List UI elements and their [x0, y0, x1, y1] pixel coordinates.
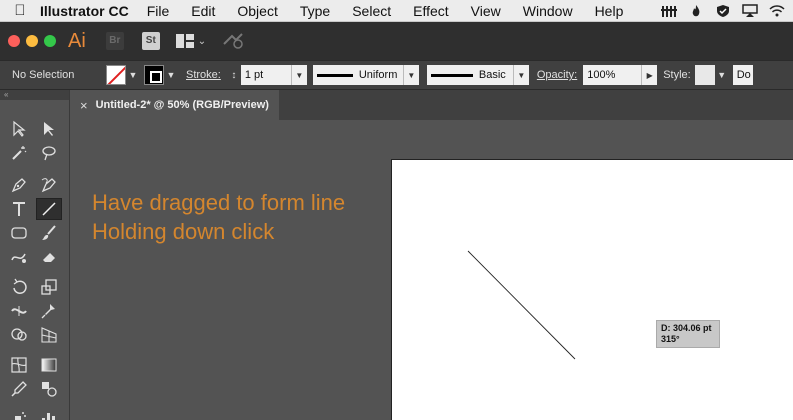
- fill-swatch[interactable]: [106, 65, 126, 85]
- status-area: [661, 0, 785, 22]
- menu-type[interactable]: Type: [300, 3, 330, 19]
- curvature-tool[interactable]: [36, 174, 62, 196]
- collapse-panel-icon[interactable]: «: [0, 90, 69, 100]
- stroke-weight-field[interactable]: 1 pt: [240, 65, 291, 85]
- fill-dropdown-icon[interactable]: ▼: [126, 70, 140, 80]
- symbol-sprayer-tool[interactable]: [6, 408, 32, 420]
- stroke-label[interactable]: Stroke:: [186, 69, 221, 81]
- arrange-documents-button[interactable]: ⌄: [175, 34, 207, 48]
- tutorial-annotation: Have dragged to form line Holding down c…: [92, 188, 345, 246]
- shaper-tool[interactable]: [6, 246, 32, 268]
- line-segment-tool[interactable]: [36, 198, 62, 220]
- rotate-tool[interactable]: [6, 276, 32, 298]
- selection-tool[interactable]: [6, 118, 32, 140]
- document-tab[interactable]: × Untitled-2* @ 50% (RGB/Preview): [70, 90, 279, 120]
- menu-effect[interactable]: Effect: [413, 3, 449, 19]
- close-window-button[interactable]: [8, 35, 20, 47]
- stock-button[interactable]: St: [141, 32, 160, 50]
- illustrator-logo: Ai: [68, 29, 86, 52]
- shape-builder-tool[interactable]: [6, 324, 32, 346]
- wifi-icon[interactable]: [769, 4, 785, 18]
- rectangle-tool[interactable]: [6, 222, 32, 244]
- gradient-tool[interactable]: [36, 354, 62, 376]
- chevron-down-icon: ⌄: [197, 35, 207, 47]
- eyedropper-tool[interactable]: [6, 378, 32, 400]
- measure-distance: D: 304.06 pt: [661, 323, 712, 333]
- menu-edit[interactable]: Edit: [191, 3, 215, 19]
- stroke-dropdown-icon[interactable]: ▼: [164, 70, 178, 80]
- paintbrush-tool[interactable]: [36, 222, 62, 244]
- system-menubar:  Illustrator CC File Edit Object Type S…: [0, 0, 793, 22]
- apple-logo-icon[interactable]: : [0, 2, 40, 19]
- bridge-button[interactable]: Br: [105, 32, 124, 50]
- stroke-stepper-icon[interactable]: ↕: [227, 70, 241, 81]
- menu-select[interactable]: Select: [352, 3, 391, 19]
- document-tab-bar: × Untitled-2* @ 50% (RGB/Preview): [70, 90, 793, 120]
- annotation-line-1: Have dragged to form line: [92, 190, 346, 215]
- document-title: Untitled-2* @ 50% (RGB/Preview): [95, 99, 269, 111]
- close-tab-icon[interactable]: ×: [80, 98, 88, 113]
- menu-file[interactable]: File: [147, 3, 170, 19]
- scale-tool[interactable]: [36, 276, 62, 298]
- blend-tool[interactable]: [36, 378, 62, 400]
- app-bar: Ai Br St ⌄: [0, 22, 793, 60]
- width-tool[interactable]: [6, 300, 32, 322]
- profile-label: Uniform: [358, 69, 398, 81]
- measurement-tooltip: D: 304.06 pt 315°: [656, 320, 720, 348]
- menu-view[interactable]: View: [471, 3, 501, 19]
- zoom-window-button[interactable]: [44, 35, 56, 47]
- style-dropdown-icon[interactable]: ▼: [715, 70, 729, 80]
- airplay-icon[interactable]: [742, 4, 758, 18]
- illustrator-window:  Illustrator CC File Edit Object Type S…: [0, 0, 793, 420]
- document-setup-button[interactable]: Do: [732, 65, 753, 85]
- perspective-grid-tool[interactable]: [36, 324, 62, 346]
- profile-dropdown[interactable]: ▼: [402, 65, 419, 85]
- magic-wand-tool[interactable]: [6, 142, 32, 164]
- minimize-window-button[interactable]: [26, 35, 38, 47]
- tools-panel: «: [0, 90, 70, 420]
- app-status-icon[interactable]: [661, 4, 677, 18]
- direct-selection-tool[interactable]: [36, 118, 62, 140]
- profile-preview-icon: [316, 73, 353, 77]
- annotation-line-2: Holding down click: [92, 219, 275, 244]
- brush-definition[interactable]: Basic: [426, 65, 513, 85]
- measure-angle: 315°: [661, 334, 680, 344]
- opacity-label[interactable]: Opacity:: [537, 69, 577, 81]
- puppet-warp-tool[interactable]: [36, 300, 62, 322]
- stroke-weight-dropdown[interactable]: ▼: [290, 65, 307, 85]
- opacity-field[interactable]: 100%: [583, 65, 642, 85]
- selection-status: No Selection: [12, 69, 75, 81]
- eraser-tool[interactable]: [36, 246, 62, 268]
- style-label: Style:: [663, 69, 691, 81]
- flame-icon[interactable]: [688, 4, 704, 18]
- menu-help[interactable]: Help: [595, 3, 624, 19]
- brush-dropdown[interactable]: ▼: [512, 65, 529, 85]
- app-menu[interactable]: Illustrator CC: [40, 3, 129, 19]
- lasso-tool[interactable]: [36, 142, 62, 164]
- menu-window[interactable]: Window: [523, 3, 573, 19]
- shield-check-icon[interactable]: [715, 4, 731, 18]
- arrange-documents-icon: [175, 34, 194, 48]
- column-graph-tool[interactable]: [36, 408, 62, 420]
- variable-width-profile[interactable]: Uniform: [312, 65, 403, 85]
- stroke-swatch[interactable]: [144, 65, 164, 85]
- menu-object[interactable]: Object: [237, 3, 277, 19]
- brush-label: Basic: [478, 69, 506, 81]
- type-tool[interactable]: [6, 198, 32, 220]
- graphic-style-swatch[interactable]: [694, 65, 715, 85]
- brush-preview-icon: [430, 73, 473, 77]
- control-bar: No Selection ▼ ▼ Stroke: ↕ 1 pt ▼ Unifor…: [0, 60, 793, 90]
- sync-icon[interactable]: [222, 32, 246, 50]
- mesh-tool[interactable]: [6, 354, 32, 376]
- pen-tool[interactable]: [6, 174, 32, 196]
- opacity-expand-button[interactable]: ▶: [641, 65, 658, 85]
- drawn-line-segment: [467, 250, 576, 360]
